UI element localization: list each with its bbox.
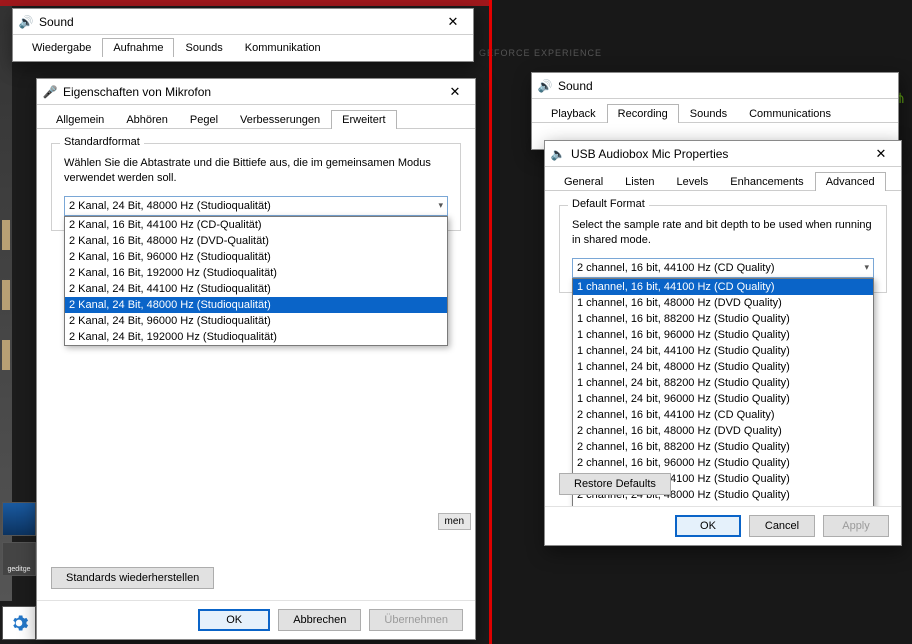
group-legend: Default Format — [568, 198, 649, 210]
speaker-icon: 🔊 — [19, 15, 33, 29]
combobox-value: 2 channel, 16 bit, 44100 Hz (CD Quality) — [577, 262, 775, 274]
default-format-group: Standardformat Wählen Sie die Abtastrate… — [51, 143, 461, 231]
tab-playback[interactable]: Playback — [540, 104, 607, 123]
format-option[interactable]: 2 Kanal, 24 Bit, 48000 Hz (Studioqualitä… — [65, 297, 447, 313]
gear-icon — [9, 613, 29, 633]
speaker-icon: 🔈 — [551, 147, 565, 161]
speaker-icon: 🔊 — [538, 79, 552, 93]
tab-verbesserungen[interactable]: Verbesserungen — [229, 110, 331, 129]
prop-tabs-de: AllgemeinAbhörenPegelVerbesserungenErwei… — [37, 105, 475, 129]
close-icon[interactable]: ✕ — [867, 144, 895, 164]
sound-window-en: 🔊 Sound PlaybackRecordingSoundsCommunica… — [531, 72, 899, 150]
tab-advanced[interactable]: Advanced — [815, 172, 886, 191]
format-dropdown-en[interactable]: 1 channel, 16 bit, 44100 Hz (CD Quality)… — [572, 278, 874, 536]
cancel-button[interactable]: Abbrechen — [278, 609, 361, 631]
restore-defaults-button[interactable]: Restore Defaults — [559, 473, 671, 495]
format-option[interactable]: 2 Kanal, 16 Bit, 44100 Hz (CD-Qualität) — [65, 217, 447, 233]
restore-defaults-button[interactable]: Standards wiederherstellen — [51, 567, 214, 589]
format-option[interactable]: 1 channel, 24 bit, 96000 Hz (Studio Qual… — [573, 391, 873, 407]
geforce-banner: GEFORCE EXPERIENCE — [479, 48, 602, 58]
comparison-divider — [489, 0, 492, 644]
group-description: Wählen Sie die Abtastrate und die Bittie… — [64, 156, 448, 186]
format-option[interactable]: 1 channel, 24 bit, 44100 Hz (Studio Qual… — [573, 343, 873, 359]
mic-properties-en: 🔈 USB Audiobox Mic Properties ✕ GeneralL… — [544, 140, 902, 546]
format-option[interactable]: 2 channel, 16 bit, 88200 Hz (Studio Qual… — [573, 439, 873, 455]
format-option[interactable]: 1 channel, 24 bit, 48000 Hz (Studio Qual… — [573, 359, 873, 375]
apply-button[interactable]: Apply — [823, 515, 889, 537]
apply-button[interactable]: Übernehmen — [369, 609, 463, 631]
combobox-value: 2 Kanal, 24 Bit, 48000 Hz (Studioqualitä… — [69, 200, 271, 212]
dialog-buttons: OK Abbrechen Übernehmen — [37, 600, 475, 639]
format-option[interactable]: 2 Kanal, 16 Bit, 96000 Hz (Studioqualitä… — [65, 249, 447, 265]
tab-sounds[interactable]: Sounds — [679, 104, 738, 123]
format-combobox[interactable]: 2 Kanal, 24 Bit, 48000 Hz (Studioqualitä… — [64, 196, 448, 216]
chevron-down-icon: ▾ — [438, 200, 443, 211]
bg-accent-top — [0, 0, 489, 6]
tab-abhören[interactable]: Abhören — [115, 110, 179, 129]
titlebar[interactable]: 🔊 Sound ✕ — [13, 9, 473, 35]
ok-button[interactable]: OK — [675, 515, 741, 537]
format-option[interactable]: 2 Kanal, 16 Bit, 48000 Hz (DVD-Qualität) — [65, 233, 447, 249]
cancel-button[interactable]: Cancel — [749, 515, 815, 537]
tab-kommunikation[interactable]: Kommunikation — [234, 38, 332, 57]
window-title: Eigenschaften von Mikrofon — [63, 85, 211, 99]
tab-levels[interactable]: Levels — [666, 172, 720, 191]
default-format-group: Default Format Select the sample rate an… — [559, 205, 887, 293]
format-option[interactable]: 1 channel, 16 bit, 48000 Hz (DVD Quality… — [573, 295, 873, 311]
ok-button[interactable]: OK — [198, 609, 270, 631]
bg-thumb — [2, 280, 10, 310]
group-description: Select the sample rate and bit depth to … — [572, 218, 874, 248]
format-option[interactable]: 1 channel, 16 bit, 96000 Hz (Studio Qual… — [573, 327, 873, 343]
tab-erweitert[interactable]: Erweitert — [331, 110, 396, 129]
window-title: Sound — [39, 15, 74, 29]
taskbar-icon-gedit[interactable]: geditge — [2, 542, 36, 576]
bg-thumb — [2, 340, 10, 370]
tab-allgemein[interactable]: Allgemein — [45, 110, 115, 129]
format-option[interactable]: 2 Kanal, 16 Bit, 192000 Hz (Studioqualit… — [65, 265, 447, 281]
taskbar-icon-app[interactable] — [2, 502, 36, 536]
tab-recording[interactable]: Recording — [607, 104, 679, 123]
mic-properties-de: 🎤 Eigenschaften von Mikrofon ✕ Allgemein… — [36, 78, 476, 640]
tab-general[interactable]: General — [553, 172, 614, 191]
close-icon[interactable]: ✕ — [441, 82, 469, 102]
format-option[interactable]: 2 Kanal, 24 Bit, 44100 Hz (Studioqualitä… — [65, 281, 447, 297]
format-option[interactable]: 2 channel, 16 bit, 48000 Hz (DVD Quality… — [573, 423, 873, 439]
format-option[interactable]: 1 channel, 16 bit, 44100 Hz (CD Quality) — [573, 279, 873, 295]
format-option[interactable]: 2 Kanal, 24 Bit, 96000 Hz (Studioqualitä… — [65, 313, 447, 329]
tab-sounds[interactable]: Sounds — [174, 38, 233, 57]
format-option[interactable]: 1 channel, 24 bit, 88200 Hz (Studio Qual… — [573, 375, 873, 391]
format-option[interactable]: 2 channel, 16 bit, 44100 Hz (CD Quality) — [573, 407, 873, 423]
chevron-down-icon: ▾ — [864, 262, 869, 273]
format-combobox[interactable]: 2 channel, 16 bit, 44100 Hz (CD Quality)… — [572, 258, 874, 278]
titlebar[interactable]: 🔈 USB Audiobox Mic Properties ✕ — [545, 141, 901, 167]
tab-listen[interactable]: Listen — [614, 172, 665, 191]
group-legend: Standardformat — [60, 136, 144, 148]
format-option[interactable]: 2 channel, 16 bit, 96000 Hz (Studio Qual… — [573, 455, 873, 471]
dialog-buttons: OK Cancel Apply — [545, 506, 901, 545]
tab-wiedergabe[interactable]: Wiedergabe — [21, 38, 102, 57]
taskbar-icon-settings[interactable] — [2, 606, 36, 640]
tab-communications[interactable]: Communications — [738, 104, 842, 123]
tab-pegel[interactable]: Pegel — [179, 110, 229, 129]
close-icon[interactable]: ✕ — [439, 12, 467, 32]
format-option[interactable]: 2 Kanal, 24 Bit, 192000 Hz (Studioqualit… — [65, 329, 447, 345]
tab-enhancements[interactable]: Enhancements — [719, 172, 814, 191]
titlebar[interactable]: 🎤 Eigenschaften von Mikrofon ✕ — [37, 79, 475, 105]
partial-button[interactable]: men — [438, 513, 471, 530]
sound-window-de: 🔊 Sound ✕ WiedergabeAufnahmeSoundsKommun… — [12, 8, 474, 62]
prop-tabs-en: GeneralListenLevelsEnhancementsAdvanced — [545, 167, 901, 191]
sound-tabs-en: PlaybackRecordingSoundsCommunications — [532, 99, 898, 123]
microphone-icon: 🎤 — [43, 85, 57, 99]
titlebar[interactable]: 🔊 Sound — [532, 73, 898, 99]
format-dropdown-de[interactable]: 2 Kanal, 16 Bit, 44100 Hz (CD-Qualität)2… — [64, 216, 448, 346]
window-title: USB Audiobox Mic Properties — [571, 147, 728, 161]
format-option[interactable]: 1 channel, 16 bit, 88200 Hz (Studio Qual… — [573, 311, 873, 327]
bg-thumb — [2, 220, 10, 250]
tab-aufnahme[interactable]: Aufnahme — [102, 38, 174, 57]
window-title: Sound — [558, 79, 593, 93]
sound-tabs-de: WiedergabeAufnahmeSoundsKommunikation — [13, 35, 473, 56]
